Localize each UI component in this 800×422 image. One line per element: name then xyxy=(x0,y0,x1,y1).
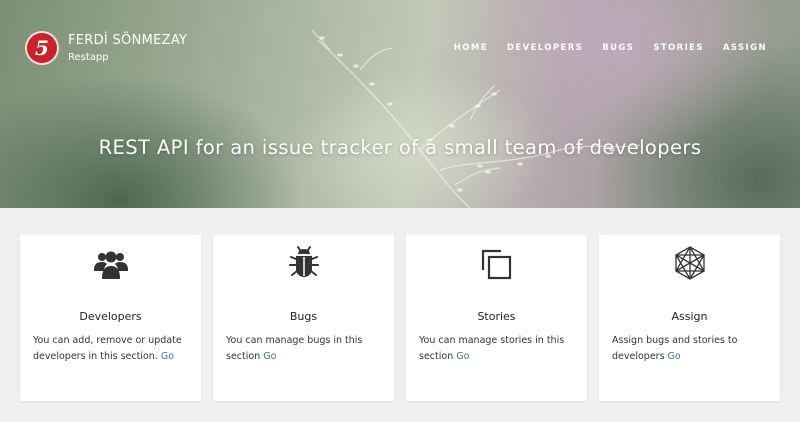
brand[interactable]: 5 FERDİ SÖNMEZAY Restapp xyxy=(25,31,187,65)
go-link[interactable]: Go xyxy=(668,351,681,362)
hero-title: REST API for an issue tracker of a small… xyxy=(98,136,702,159)
card-title: Stories xyxy=(477,310,516,323)
card-title: Assign xyxy=(671,310,708,323)
card-developers[interactable]: Developers You can add, remove or update… xyxy=(20,235,201,401)
go-link[interactable]: Go xyxy=(161,351,174,362)
nav-item-developers[interactable]: DEVELOPERS xyxy=(507,43,583,53)
card-description: You can manage bugs in this section Go xyxy=(226,335,363,362)
nav-item-stories[interactable]: STORIES xyxy=(653,43,704,53)
card-description: Assign bugs and stories to developers Go xyxy=(612,335,738,362)
users-icon xyxy=(20,245,201,281)
go-link[interactable]: Go xyxy=(456,351,469,362)
card-title: Bugs xyxy=(289,310,318,323)
nav-item-home[interactable]: HOME xyxy=(454,43,488,53)
card-stories[interactable]: Stories You can manage stories in this s… xyxy=(406,235,587,401)
main-nav: HOME DEVELOPERS BUGS STORIES ASSIGN xyxy=(435,43,767,53)
feature-cards: Developers You can add, remove or update… xyxy=(20,235,780,401)
go-link[interactable]: Go xyxy=(263,351,276,362)
brand-name: FERDİ SÖNMEZAY xyxy=(68,32,188,48)
bug-icon xyxy=(213,245,394,281)
card-description: You can manage stories in this section G… xyxy=(419,335,565,362)
nav-item-assign[interactable]: ASSIGN xyxy=(723,43,767,53)
hero-banner: 5 FERDİ SÖNMEZAY Restapp HOME DEVELOPERS… xyxy=(0,0,800,208)
brand-text: FERDİ SÖNMEZAY Restapp xyxy=(68,33,187,64)
copy-icon xyxy=(406,245,587,281)
brand-subtitle: Restapp xyxy=(68,51,109,63)
card-bugs[interactable]: Bugs You can manage bugs in this section… xyxy=(213,235,394,401)
logo-icon[interactable]: 5 xyxy=(25,31,59,65)
card-assign[interactable]: Assign Assign bugs and stories to develo… xyxy=(599,235,780,401)
card-description: You can add, remove or update developers… xyxy=(33,335,182,362)
hexagon-icon xyxy=(599,245,780,281)
card-title: Developers xyxy=(79,310,142,323)
nav-item-bugs[interactable]: BUGS xyxy=(602,43,634,53)
